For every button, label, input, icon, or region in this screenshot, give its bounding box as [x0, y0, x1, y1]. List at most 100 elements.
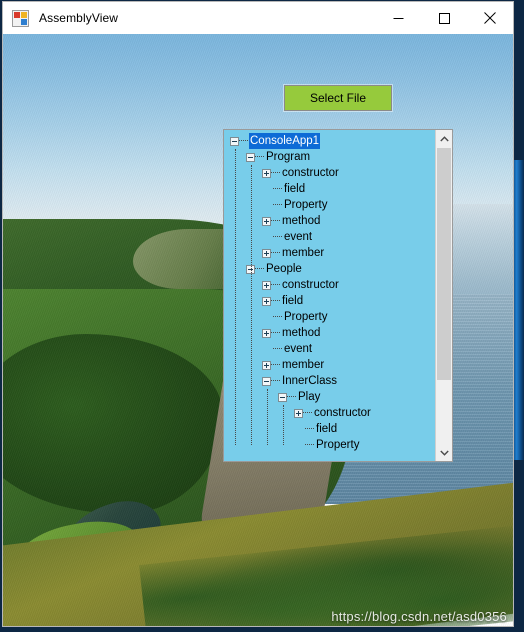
minimize-icon	[393, 17, 403, 19]
treeview-scrollbar[interactable]	[435, 130, 452, 461]
tree-node-label[interactable]: event	[283, 229, 313, 245]
tree-node-label[interactable]: Property	[315, 437, 360, 453]
tree-node[interactable]: Play	[224, 389, 435, 405]
tree-connector-line	[287, 396, 296, 398]
minimize-button[interactable]	[375, 2, 421, 34]
tree-connector-line	[273, 316, 282, 318]
window-controls	[375, 2, 513, 34]
tree-node[interactable]: constructor	[224, 165, 435, 181]
expand-icon[interactable]	[262, 328, 271, 338]
tree-node[interactable]: event	[224, 341, 435, 357]
tree-node[interactable]: field	[224, 181, 435, 197]
tree-node[interactable]: member	[224, 357, 435, 373]
tree-connector-line	[273, 204, 282, 206]
tree-node-label[interactable]: constructor	[281, 165, 340, 181]
select-file-button[interactable]: Select File	[284, 85, 392, 111]
tree-node[interactable]: Property	[224, 197, 435, 213]
tree-node[interactable]: constructor	[224, 405, 435, 421]
collapse-icon[interactable]	[278, 392, 287, 402]
tree-node[interactable]: method	[224, 325, 435, 341]
tree-node[interactable]: People	[224, 261, 435, 277]
tree-node-label[interactable]: method	[281, 325, 321, 341]
tree-node-label[interactable]: method	[281, 213, 321, 229]
tree-node[interactable]: Program	[224, 149, 435, 165]
expand-icon[interactable]	[262, 168, 271, 178]
tree-node-label[interactable]: event	[283, 341, 313, 357]
tree-node-label[interactable]: field	[281, 293, 304, 309]
tree-node[interactable]: constructor	[224, 277, 435, 293]
scrollbar-down-button[interactable]	[436, 444, 452, 461]
tree-node-label[interactable]: constructor	[313, 405, 372, 421]
maximize-button[interactable]	[421, 2, 467, 34]
tree-node-label[interactable]: field	[283, 181, 306, 197]
collapse-icon[interactable]	[230, 136, 239, 146]
scrollbar-up-button[interactable]	[436, 130, 452, 147]
tree-node-label[interactable]: Program	[265, 149, 311, 165]
tree-guide-line	[283, 405, 285, 445]
tree-node[interactable]: field	[224, 293, 435, 309]
tree-node-label[interactable]: member	[281, 245, 325, 261]
tree-guide-line	[251, 165, 253, 445]
title-bar: AssemblyView	[3, 2, 513, 34]
tree-connector-line	[303, 412, 312, 414]
winforms-app-icon	[12, 9, 29, 27]
tree-node[interactable]: Property	[224, 309, 435, 325]
treeview-node-list: ConsoleApp1 Program constructor field Proper…	[224, 133, 435, 460]
tree-node-label[interactable]: Play	[297, 389, 321, 405]
expand-icon[interactable]	[262, 296, 271, 306]
tree-node[interactable]: field	[224, 421, 435, 437]
collapse-icon[interactable]	[262, 376, 271, 386]
tree-node[interactable]: event	[224, 229, 435, 245]
expand-icon[interactable]	[262, 216, 271, 226]
tree-node[interactable]: ConsoleApp1	[224, 133, 435, 149]
window-title: AssemblyView	[39, 11, 119, 25]
tree-node-label[interactable]: Property	[283, 197, 328, 213]
tree-node-label[interactable]: InnerClass	[281, 373, 338, 389]
tree-node-label[interactable]: field	[315, 421, 338, 437]
assembly-treeview[interactable]: ConsoleApp1 Program constructor field Proper…	[223, 129, 453, 462]
tree-node[interactable]: Property	[224, 437, 435, 453]
collapse-icon[interactable]	[246, 152, 255, 162]
tree-node-label[interactable]: constructor	[281, 277, 340, 293]
tree-node[interactable]: method	[224, 213, 435, 229]
tree-node-label[interactable]: People	[265, 261, 303, 277]
tree-node[interactable]: member	[224, 245, 435, 261]
tree-connector-line	[271, 284, 280, 286]
tree-connector-line	[305, 444, 314, 446]
tree-node-label[interactable]: Property	[283, 309, 328, 325]
tree-connector-line	[305, 428, 314, 430]
expand-icon[interactable]	[294, 408, 303, 418]
tree-connector-line	[271, 380, 280, 382]
expand-icon[interactable]	[262, 360, 271, 370]
tree-node-label[interactable]: member	[281, 357, 325, 373]
tree-connector-line	[273, 188, 282, 190]
tree-node[interactable]: InnerClass	[224, 373, 435, 389]
close-icon	[484, 12, 496, 24]
tree-node-label[interactable]: ConsoleApp1	[249, 133, 321, 149]
maximize-icon	[438, 12, 450, 24]
expand-icon[interactable]	[262, 280, 271, 290]
tree-connector-line	[271, 332, 280, 334]
tree-connector-line	[271, 220, 280, 222]
expand-icon[interactable]	[262, 248, 271, 258]
scrollbar-thumb[interactable]	[437, 148, 451, 380]
chevron-down-icon	[439, 450, 449, 456]
tree-connector-line	[271, 252, 280, 254]
close-button[interactable]	[467, 2, 513, 34]
